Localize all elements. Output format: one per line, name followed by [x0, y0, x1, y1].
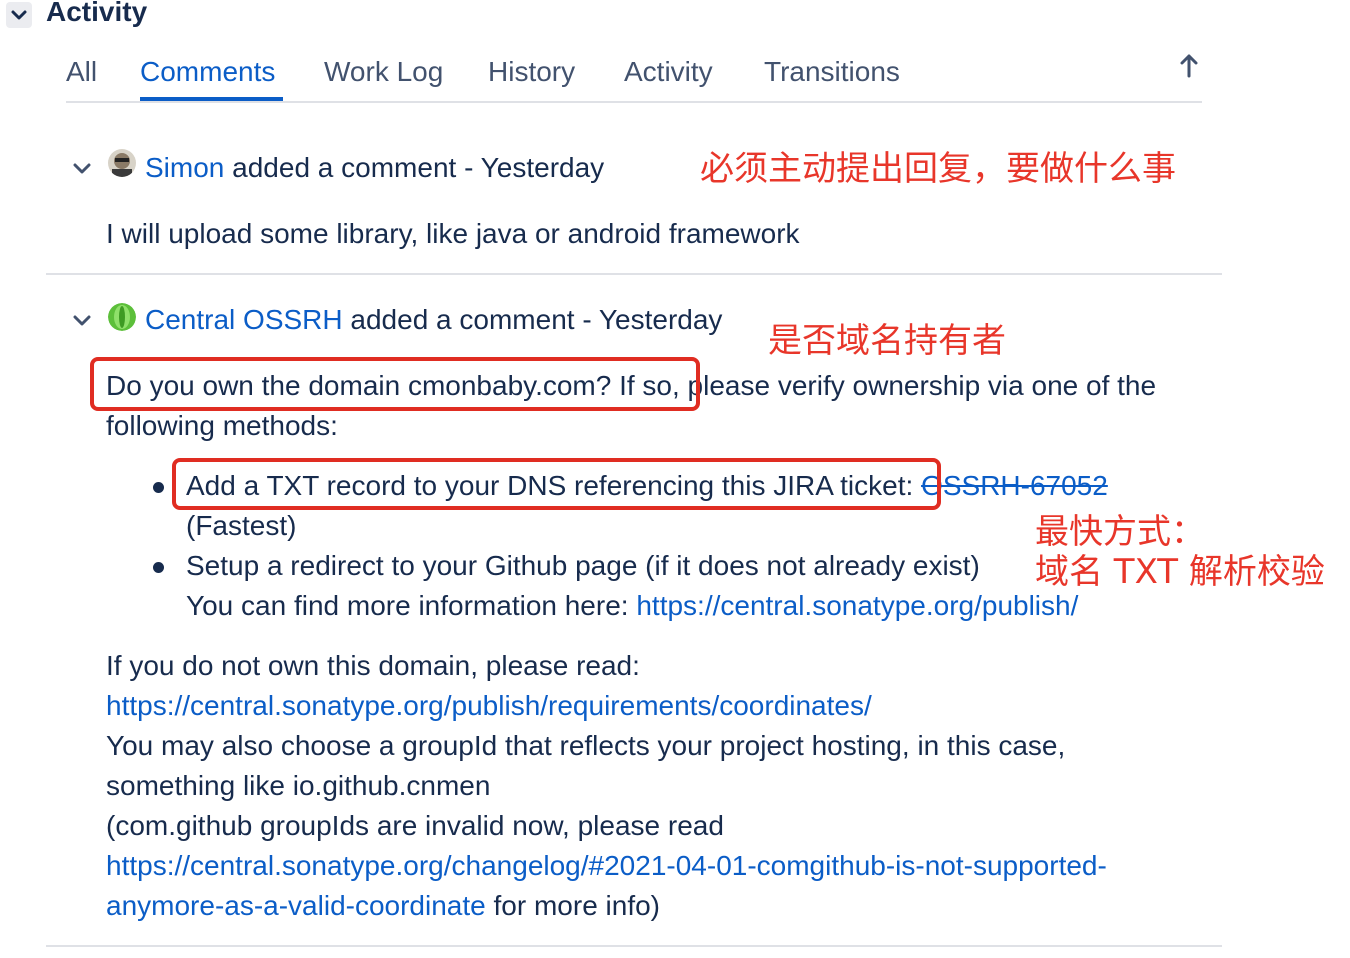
- publish-link[interactable]: https://central.sonatype.org/publish/: [636, 590, 1078, 621]
- tab-work-log[interactable]: Work Log: [324, 56, 443, 88]
- section-title: Activity: [46, 0, 148, 27]
- tabs-divider: [66, 101, 1202, 103]
- avatar[interactable]: [108, 149, 136, 177]
- chevron-down-icon: [73, 163, 91, 174]
- comment-action: added a comment -: [342, 304, 599, 335]
- comment-time[interactable]: Yesterday: [599, 304, 723, 335]
- comment-text-line: anymore-as-a-valid-coordinate for more i…: [106, 886, 660, 926]
- chevron-down-icon: [11, 10, 27, 20]
- activity-toggle-button[interactable]: [6, 2, 32, 28]
- sort-order-button[interactable]: [1178, 52, 1200, 80]
- author-link[interactable]: Simon: [145, 152, 224, 183]
- list-item-text: (Fastest): [186, 510, 297, 541]
- comment-text-line: following methods:: [106, 410, 338, 441]
- comment-text-tail: for more info): [485, 890, 661, 921]
- tab-activity[interactable]: Activity: [624, 56, 713, 88]
- changelog-link[interactable]: https://central.sonatype.org/changelog/#…: [106, 846, 1107, 886]
- comment-action: added a comment -: [224, 152, 481, 183]
- list-item-text: Setup a redirect to your Github page (if…: [186, 550, 980, 581]
- annotation-note: 是否域名持有者: [768, 321, 1006, 361]
- comment-divider: [46, 945, 1222, 947]
- comment-text-line: You may also choose a groupId that refle…: [106, 730, 1066, 761]
- changelog-link[interactable]: anymore-as-a-valid-coordinate: [106, 890, 486, 921]
- comment-body: I will upload some library, like java or…: [106, 218, 800, 249]
- comment-text-line: If you do not own this domain, please re…: [106, 650, 640, 681]
- activity-tabs: All Comments Work Log History Activity T…: [66, 56, 1202, 102]
- annotation-note: 必须主动提出回复，要做什么事: [700, 149, 1176, 189]
- coordinates-link[interactable]: https://central.sonatype.org/publish/req…: [106, 686, 872, 726]
- comment-text-line: something like io.github.cnmen: [106, 770, 491, 801]
- tab-comments[interactable]: Comments: [140, 56, 275, 88]
- tab-all[interactable]: All: [66, 56, 97, 88]
- comment-header: Simon added a comment - Yesterday: [145, 152, 604, 184]
- comment-header: Central OSSRH added a comment - Yesterda…: [145, 304, 722, 336]
- arrow-up-icon: [1180, 54, 1198, 78]
- tab-history[interactable]: History: [488, 56, 575, 88]
- comment-time[interactable]: Yesterday: [481, 152, 605, 183]
- comment-divider: [46, 273, 1222, 275]
- comment-collapse-button[interactable]: [73, 162, 91, 176]
- annotation-highlight-box: [172, 458, 941, 510]
- chevron-down-icon: [73, 315, 91, 326]
- bullet-marker: [153, 562, 164, 573]
- list-item: You can find more information here: http…: [186, 586, 1078, 626]
- annotation-note: 域名 TXT 解析校验: [1035, 552, 1325, 592]
- tab-transitions[interactable]: Transitions: [764, 56, 900, 88]
- annotation-highlight-box: [90, 357, 700, 411]
- comment-collapse-button[interactable]: [73, 314, 91, 328]
- ticket-link[interactable]: OSSRH-67052: [921, 470, 1108, 501]
- list-item-text: You can find more information here:: [186, 590, 637, 621]
- avatar[interactable]: [108, 303, 136, 331]
- author-link[interactable]: Central OSSRH: [145, 304, 343, 335]
- comment-text-line: (com.github groupIds are invalid now, pl…: [106, 810, 724, 841]
- bullet-marker: [153, 482, 164, 493]
